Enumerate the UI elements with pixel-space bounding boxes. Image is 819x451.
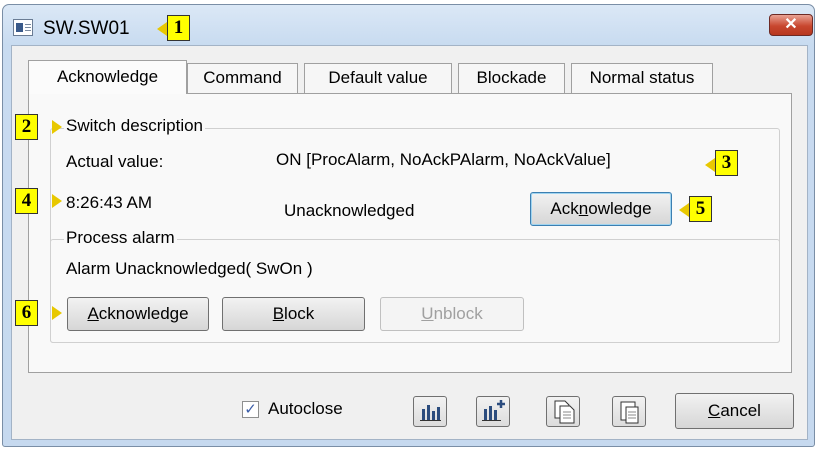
paste-icon (620, 401, 639, 424)
callout-3: 3 (715, 150, 738, 176)
actual-value: ON [ProcAlarm, NoAckPAlarm, NoAckValue] (276, 150, 611, 169)
acknowledge-value-button-pre: Ack (550, 199, 579, 218)
bar-chart-button[interactable] (413, 396, 447, 427)
acknowledge-status: Unacknowledged (284, 201, 415, 220)
acknowledge-alarm-button-accel: A (87, 304, 99, 323)
process-alarm-legend: Process alarm (64, 228, 177, 248)
unblock-button-post: nblock (433, 304, 483, 323)
callout-2-arrow-icon (52, 120, 62, 134)
callout-4-arrow-icon (52, 194, 62, 208)
bar-chart-icon (420, 405, 441, 421)
acknowledge-value-button-accel: n (578, 199, 589, 218)
cancel-button-accel: C (708, 401, 721, 420)
paste-button[interactable] (612, 396, 646, 427)
switch-description-legend: Switch description (64, 116, 206, 136)
autoclose-checkbox[interactable]: ✓ (242, 401, 259, 418)
bar-chart-add-button[interactable] (476, 396, 510, 427)
callout-4: 4 (15, 188, 38, 214)
copy-button[interactable] (546, 396, 580, 427)
cancel-button[interactable]: Cancel (675, 393, 794, 429)
window-app-icon (13, 19, 33, 36)
callout-1-arrow-icon (157, 22, 167, 36)
bar-chart-add-icon (482, 400, 505, 421)
callout-3-arrow-icon (705, 158, 715, 172)
callout-6: 6 (15, 300, 38, 326)
callout-5-arrow-icon (679, 203, 689, 217)
window-title: SW.SW01 (43, 18, 130, 39)
callout-1: 1 (167, 15, 190, 41)
block-button[interactable]: Block (222, 297, 365, 331)
acknowledge-alarm-button[interactable]: Acknowledge (67, 297, 209, 331)
close-button[interactable]: ✕ (769, 14, 813, 36)
block-button-accel: B (272, 304, 285, 323)
tab-command[interactable]: Command (187, 63, 298, 93)
block-button-post: lock (284, 304, 315, 323)
acknowledge-value-button[interactable]: Acknowledge (530, 192, 672, 226)
unblock-button[interactable]: Unblock (380, 297, 524, 331)
cancel-button-post: ancel (720, 401, 761, 420)
acknowledge-alarm-button-post: cknowledge (98, 304, 189, 323)
tab-normal-status[interactable]: Normal status (571, 63, 713, 93)
process-alarm-text: Alarm Unacknowledged( SwOn ) (66, 259, 313, 278)
callout-6-arrow-icon (52, 306, 62, 320)
callout-5: 5 (689, 196, 712, 222)
callout-2: 2 (15, 114, 38, 140)
actual-value-label: Actual value: (66, 152, 164, 171)
copy-icon (554, 400, 575, 424)
tab-blockade[interactable]: Blockade (458, 63, 565, 93)
tab-acknowledge[interactable]: Acknowledge (28, 60, 187, 94)
autoclose-label: Autoclose (268, 399, 343, 418)
acknowledge-value-button-post: owledge (588, 199, 652, 218)
alarm-time: 8:26:43 AM (66, 193, 153, 212)
tab-default-value[interactable]: Default value (304, 63, 452, 93)
unblock-button-accel: U (421, 304, 434, 323)
